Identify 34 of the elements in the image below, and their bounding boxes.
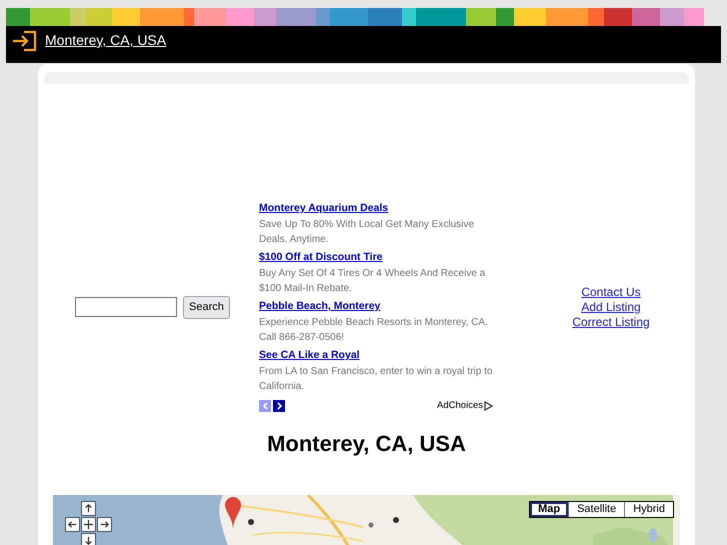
header-title-link[interactable]: Monterey, CA, USA bbox=[45, 30, 166, 51]
ad-description: Buy Any Set Of 4 Tires Or 4 Wheels And Receive a $100 Mail-In Rebate. bbox=[259, 267, 486, 296]
move-icon bbox=[83, 519, 94, 530]
ad-title-link[interactable]: $100 Off at Discount Tire bbox=[259, 250, 383, 265]
pan-button[interactable] bbox=[65, 517, 80, 532]
next-ad-button[interactable] bbox=[273, 400, 285, 412]
side-link[interactable]: Contact Us bbox=[581, 285, 641, 300]
ad-title-link[interactable]: Monterey Aquarium Deals bbox=[259, 201, 388, 216]
pan-button[interactable] bbox=[81, 501, 96, 516]
pan-button[interactable] bbox=[81, 533, 96, 545]
search-button[interactable]: Search bbox=[183, 296, 230, 319]
ad-choices-link[interactable]: AdChoices bbox=[437, 399, 483, 414]
recenter-button[interactable] bbox=[81, 517, 96, 532]
arrow-up-icon bbox=[83, 503, 94, 514]
sign-in-icon bbox=[12, 30, 38, 52]
ad-choices-icon bbox=[484, 401, 493, 412]
ad-title-link[interactable]: Pebble Beach, Monterey bbox=[259, 299, 380, 314]
side-link[interactable]: Correct Listing bbox=[572, 315, 650, 330]
chevron-right-icon bbox=[276, 402, 282, 410]
pan-button[interactable] bbox=[97, 517, 112, 532]
page-title: Monterey, CA, USA bbox=[267, 430, 466, 458]
map-type-button[interactable]: Hybrid bbox=[624, 502, 673, 518]
ad-description: Experience Pebble Beach Resorts in Monterey, CA. Call 866-287-0506! bbox=[259, 316, 489, 345]
map-type-button[interactable]: Satellite bbox=[568, 502, 624, 518]
ad-description: From LA to San Francisco, enter to win a royal trip to California. bbox=[259, 365, 493, 394]
arrow-down-icon bbox=[83, 535, 94, 545]
ad-description: Save Up To 80% With Local Get Many Exclusive Deals. Anytime. bbox=[259, 218, 475, 247]
arrow-left-icon bbox=[67, 519, 78, 530]
ad-title-link[interactable]: See CA Like a Royal bbox=[259, 348, 360, 363]
map-type-button[interactable]: Map bbox=[530, 502, 568, 518]
chevron-left-icon bbox=[262, 402, 268, 410]
search-field[interactable] bbox=[75, 297, 177, 318]
arrow-right-icon bbox=[99, 519, 110, 530]
side-link[interactable]: Add Listing bbox=[581, 300, 641, 314]
